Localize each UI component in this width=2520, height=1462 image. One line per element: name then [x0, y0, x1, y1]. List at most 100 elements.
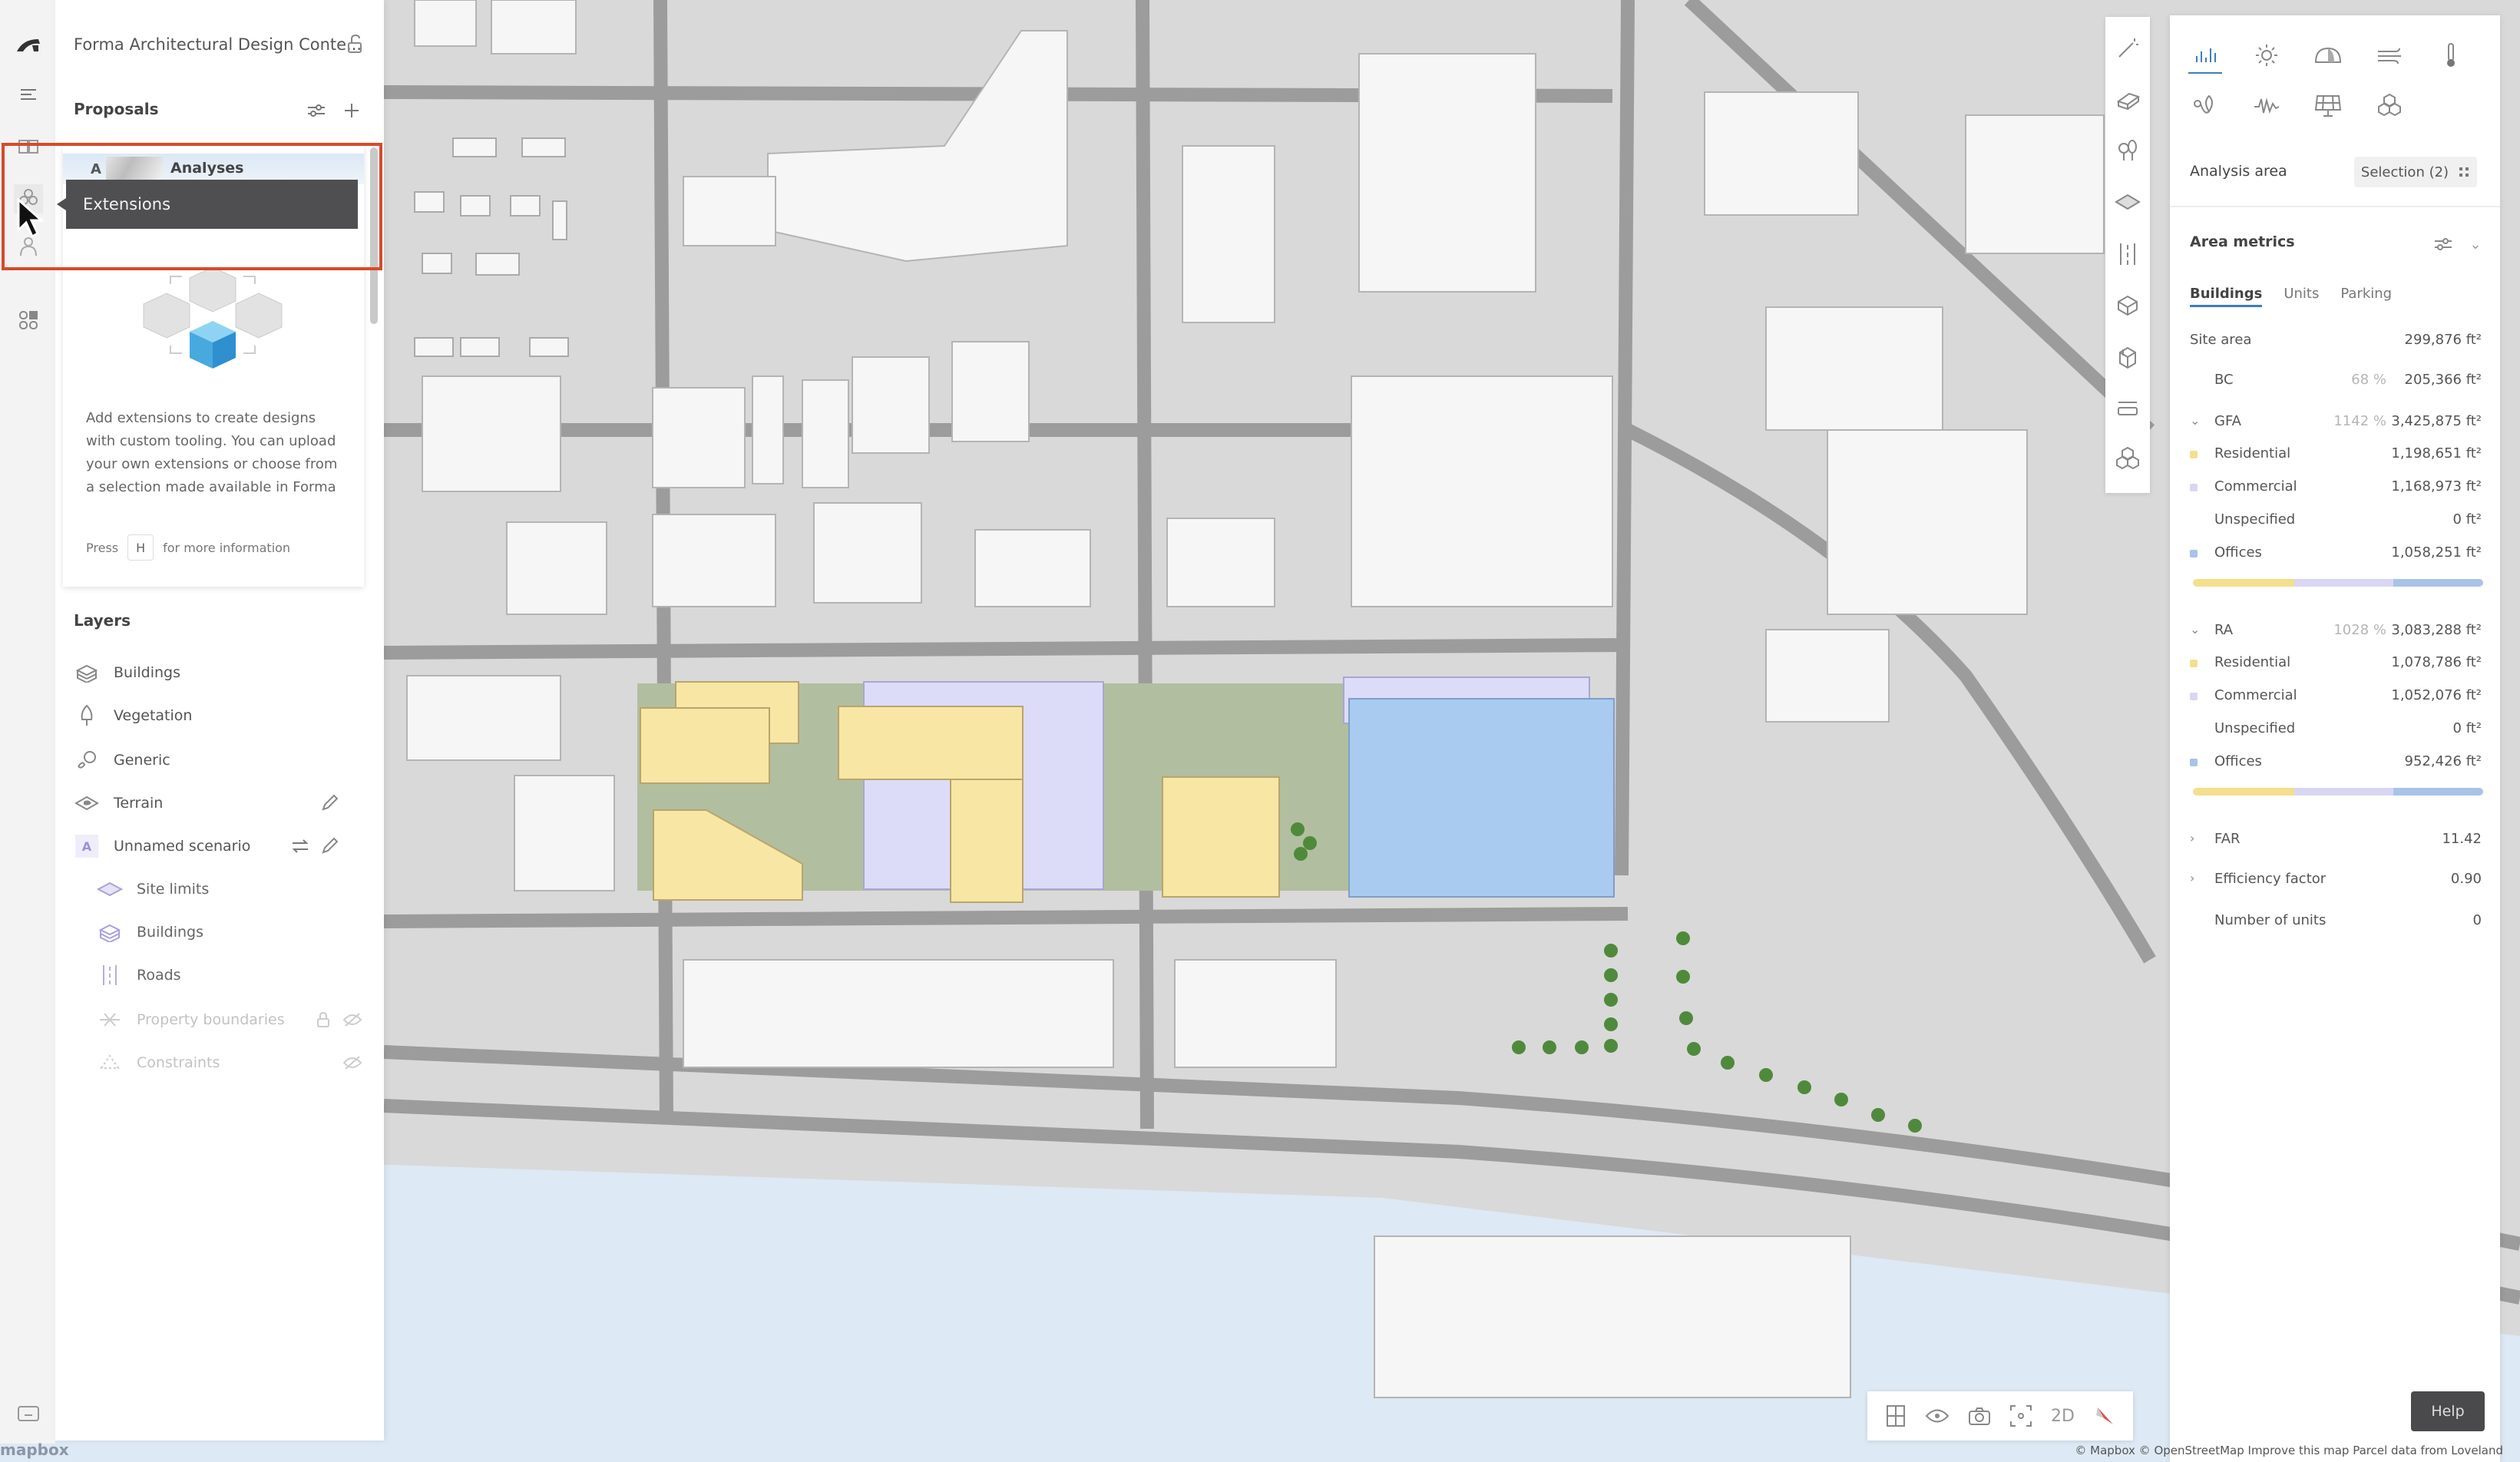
property-boundaries-icon — [97, 1007, 123, 1033]
metric-value: 1,052,076 ft² — [2391, 687, 2482, 703]
help-key: H — [127, 534, 154, 561]
metric-percent: 68 % — [2351, 372, 2386, 388]
visibility-off-icon[interactable] — [341, 1051, 364, 1074]
lock-icon[interactable] — [312, 1008, 335, 1031]
metric-value: 1,198,651 ft² — [2391, 445, 2482, 461]
metric-value: 1,078,786 ft² — [2391, 654, 2482, 670]
tab-buildings[interactable]: Buildings — [2190, 286, 2263, 307]
plus-icon[interactable] — [339, 98, 364, 123]
wind-icon[interactable] — [2373, 38, 2406, 72]
mapbox-logo[interactable]: mapbox — [0, 1440, 69, 1459]
visibility-icon[interactable] — [1922, 1401, 1953, 1431]
help-button[interactable]: Help — [2411, 1391, 2485, 1431]
swap-icon[interactable] — [289, 835, 312, 858]
sun-hours-icon[interactable] — [2250, 38, 2284, 72]
layer-item[interactable]: Terrain — [74, 788, 163, 819]
menu-icon[interactable] — [14, 80, 43, 109]
highlight-box — [2, 143, 382, 270]
legend-swatch — [2190, 451, 2198, 458]
visibility-off-icon[interactable] — [341, 1008, 364, 1031]
vegetation-tool-icon[interactable] — [2113, 137, 2142, 166]
press-prefix: Press — [86, 540, 119, 555]
layer-label: Buildings — [137, 924, 203, 941]
camera-icon[interactable] — [1964, 1401, 1995, 1431]
daylight-icon[interactable] — [2311, 38, 2345, 72]
edit-pencil-icon[interactable] — [318, 792, 341, 815]
layer-item[interactable]: Roads — [97, 960, 181, 991]
chevron-down-icon[interactable]: ⌄ — [2190, 413, 2200, 428]
residential-building — [1162, 776, 1280, 898]
site-limits-icon — [97, 876, 123, 902]
metric-label: Efficiency factor — [2214, 871, 2327, 887]
metric-percent: 1142 % — [2333, 413, 2386, 429]
design-toolbar — [2105, 17, 2150, 493]
collapse-chevron-icon[interactable]: ⌄ — [2463, 232, 2488, 256]
apps-grid-icon[interactable] — [14, 306, 43, 335]
embodied-carbon-icon[interactable] — [2188, 89, 2222, 123]
layer-item[interactable]: Buildings — [97, 917, 203, 948]
help-hint: Press H for more information — [86, 534, 290, 561]
tree-icon — [74, 703, 100, 729]
import-model-icon[interactable] — [2113, 342, 2142, 372]
legend-swatch — [2190, 726, 2198, 733]
metric-label: Residential — [2214, 445, 2291, 461]
metrics-settings-icon[interactable] — [2431, 232, 2456, 256]
layer-label: Buildings — [114, 664, 180, 681]
legend-swatch — [2190, 693, 2198, 700]
bar-segment — [2393, 579, 2483, 587]
tab-units[interactable]: Units — [2284, 286, 2319, 307]
layer-label: Roads — [137, 967, 181, 984]
chevron-right-icon[interactable]: › — [2190, 831, 2194, 845]
chevron-down-icon[interactable]: ⌄ — [2190, 622, 2200, 637]
metric-value: 0 ft² — [2452, 511, 2482, 528]
layer-label: Vegetation — [114, 707, 193, 724]
keyboard-icon[interactable] — [14, 1399, 43, 1428]
layer-item[interactable]: Buildings — [74, 657, 180, 688]
layer-label: Terrain — [114, 795, 164, 812]
layer-item[interactable]: Constraints — [97, 1047, 220, 1078]
proposal-site — [637, 676, 1615, 903]
extensions-description: Add extensions to create designs with cu… — [86, 410, 338, 495]
selection-grid-icon — [2459, 167, 2469, 177]
compass-icon[interactable] — [2089, 1401, 2120, 1431]
edit-pencil-icon[interactable] — [318, 835, 341, 858]
layer-item[interactable]: Site limits — [97, 874, 209, 905]
metrics-tabs: Buildings Units Parking — [2190, 286, 2392, 307]
area-metrics-icon[interactable] — [2188, 38, 2222, 74]
layer-item[interactable]: Generic — [74, 745, 170, 776]
noise-icon[interactable] — [2250, 89, 2284, 123]
selection-dropdown[interactable]: Selection (2) — [2354, 157, 2477, 187]
metric-label: Unspecified — [2214, 511, 2296, 528]
view-toolbar: 2D — [1867, 1391, 2133, 1440]
microclimate-icon[interactable] — [2434, 38, 2468, 72]
box-tool-icon[interactable] — [2113, 290, 2142, 319]
layer-label: Unnamed scenario — [114, 838, 251, 855]
unlock-icon[interactable] — [346, 34, 367, 55]
road-tool-icon[interactable] — [2113, 240, 2142, 269]
floorplan-icon[interactable] — [1880, 1401, 1911, 1431]
2d-toggle-button[interactable]: 2D — [2047, 1401, 2078, 1431]
focus-icon[interactable] — [2006, 1401, 2036, 1431]
solar-energy-icon[interactable] — [2311, 89, 2345, 123]
metric-value: 0 ft² — [2452, 720, 2482, 736]
map-attribution[interactable]: © Mapbox © OpenStreetMap Improve this ma… — [2075, 1444, 2503, 1457]
chevron-right-icon[interactable]: › — [2190, 871, 2194, 885]
extensions-analysis-icon[interactable] — [2373, 89, 2406, 123]
metric-label: GFA — [2214, 413, 2241, 429]
building-tool-icon[interactable] — [2113, 84, 2142, 114]
tab-parking[interactable]: Parking — [2340, 286, 2392, 307]
sliders-icon[interactable] — [304, 98, 329, 123]
zone-tool-icon[interactable] — [2113, 187, 2142, 217]
extensions-tool-icon[interactable] — [2113, 444, 2142, 473]
magic-wand-icon[interactable] — [2113, 34, 2142, 63]
layer-item[interactable]: A Unnamed scenario — [74, 831, 250, 862]
metric-value: 952,426 ft² — [2404, 753, 2482, 769]
bar-segment — [2193, 788, 2295, 796]
layer-item[interactable]: Vegetation — [74, 700, 192, 731]
project-title[interactable]: Forma Architectural Design Conte... — [74, 35, 362, 54]
proposals-title: Proposals — [74, 100, 159, 118]
measure-icon[interactable] — [2113, 393, 2142, 422]
layer-item[interactable]: Property boundaries — [97, 1004, 285, 1035]
forma-logo-icon[interactable] — [14, 31, 43, 60]
metric-label: BC — [2214, 372, 2234, 388]
